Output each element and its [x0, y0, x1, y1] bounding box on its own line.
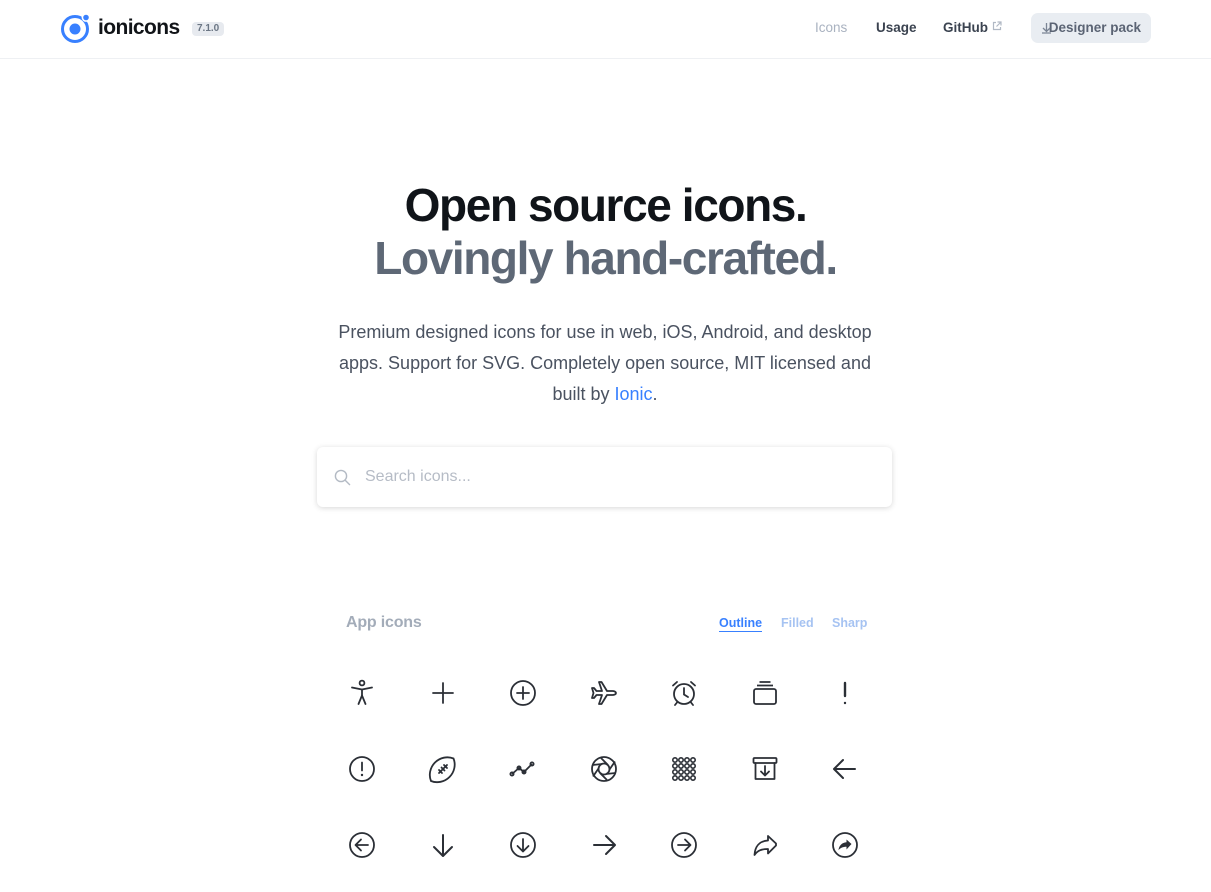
top-header: ionicons 7.1.0 Icons Usage GitHub Design…: [0, 0, 1211, 59]
search-icon: [334, 469, 351, 486]
arrow-forward-icon[interactable]: [589, 830, 619, 860]
add-circle-icon[interactable]: [508, 678, 538, 708]
tab-sharp[interactable]: Sharp: [832, 616, 867, 630]
hero-title-line-2: Lovingly hand-crafted.: [374, 232, 838, 284]
brand-name[interactable]: ionicons: [98, 16, 180, 40]
external-link-icon: [992, 21, 1002, 31]
analytics-icon[interactable]: [508, 754, 538, 784]
arrow-back-icon[interactable]: [830, 754, 860, 784]
hero-description-text: Premium designed icons for use in web, i…: [338, 322, 872, 404]
albums-icon[interactable]: [750, 678, 780, 708]
version-badge: 7.1.0: [192, 22, 225, 36]
arrow-redo-icon[interactable]: [750, 830, 780, 860]
accessibility-icon[interactable]: [347, 678, 377, 708]
apps-icon[interactable]: [669, 754, 699, 784]
section-title: App icons: [346, 614, 422, 631]
add-icon[interactable]: [428, 678, 458, 708]
search-input[interactable]: [365, 447, 875, 507]
ionicons-logo-icon[interactable]: [60, 12, 92, 44]
hero-description-end: .: [652, 384, 658, 404]
arrow-down-icon[interactable]: [428, 830, 458, 860]
alert-icon[interactable]: [830, 678, 860, 708]
arrow-back-circle-icon[interactable]: [347, 830, 377, 860]
arrow-redo-circle-icon[interactable]: [830, 830, 860, 860]
aperture-icon[interactable]: [589, 754, 619, 784]
archive-icon[interactable]: [750, 754, 780, 784]
tab-outline[interactable]: Outline: [719, 616, 763, 632]
nav-github-label: GitHub: [943, 20, 988, 35]
nav-link-icons[interactable]: Icons: [815, 20, 847, 35]
hero-title-line-1: Open source icons.: [404, 179, 808, 231]
download-icon: [1042, 23, 1051, 34]
designer-pack-button[interactable]: Designer pack: [1031, 13, 1151, 43]
arrow-down-circle-icon[interactable]: [508, 830, 538, 860]
alarm-icon[interactable]: [669, 678, 699, 708]
airplane-icon[interactable]: [589, 678, 619, 708]
ionic-link[interactable]: Ionic: [615, 384, 653, 404]
designer-pack-label: Designer pack: [1048, 20, 1141, 35]
nav-link-github[interactable]: GitHub: [943, 20, 1002, 35]
alert-circle-icon[interactable]: [347, 754, 377, 784]
search-box: [317, 447, 892, 507]
arrow-forward-circle-icon[interactable]: [669, 830, 699, 860]
tab-filled[interactable]: Filled: [781, 616, 814, 630]
nav-link-usage[interactable]: Usage: [876, 20, 917, 35]
hero-description: Premium designed icons for use in web, i…: [335, 317, 875, 410]
american-football-icon[interactable]: [428, 754, 458, 784]
